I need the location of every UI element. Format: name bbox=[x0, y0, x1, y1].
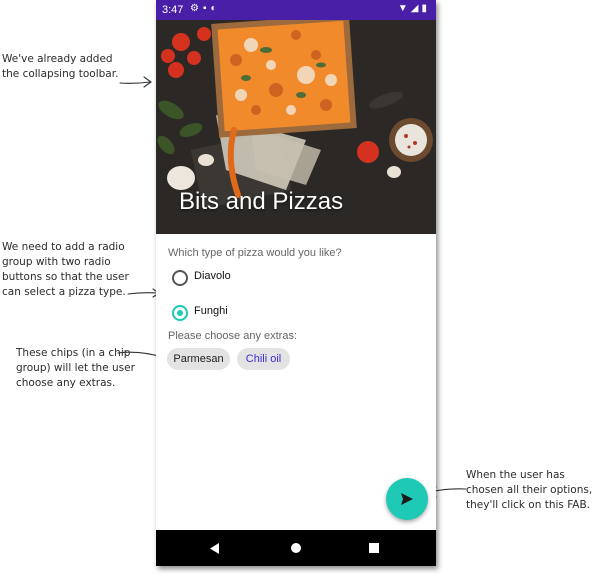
radio-label: Funghi bbox=[194, 305, 228, 317]
gear-icon: ⚙ bbox=[190, 3, 203, 14]
wifi-icon: ▼ bbox=[397, 3, 411, 14]
radio-circle-checked[interactable] bbox=[172, 305, 188, 321]
status-right-icons: ▼◢▮ bbox=[398, 3, 430, 14]
chip-parmesan[interactable]: Parmesan bbox=[167, 348, 230, 370]
recents-icon bbox=[369, 543, 379, 553]
toolbar-title: Bits and Pizzas bbox=[179, 188, 344, 215]
back-icon bbox=[210, 543, 219, 554]
arrow-toolbar bbox=[119, 81, 151, 84]
send-fab[interactable] bbox=[386, 478, 428, 520]
radio-funghi[interactable]: Funghi bbox=[172, 303, 372, 323]
status-left-icons: ⚙▪◐ bbox=[190, 3, 221, 14]
status-time: 3:47 bbox=[162, 4, 184, 16]
nav-home-button[interactable] bbox=[276, 530, 316, 566]
send-icon bbox=[401, 493, 413, 505]
home-icon bbox=[291, 543, 301, 553]
nav-back-button[interactable] bbox=[196, 530, 236, 566]
radio-circle[interactable] bbox=[172, 270, 188, 286]
radio-diavolo[interactable]: Diavolo bbox=[172, 268, 372, 288]
nav-recents-button[interactable] bbox=[354, 530, 394, 566]
chip-chili-oil[interactable]: Chili oil bbox=[237, 348, 290, 370]
pizza-question-label: Which type of pizza would you like? bbox=[168, 247, 342, 259]
collapsing-toolbar: Bits and Pizzas bbox=[156, 20, 436, 234]
radio-label: Diavolo bbox=[194, 270, 231, 282]
signal-icon: ◢ bbox=[410, 3, 422, 14]
status-bar: 3:47 ⚙▪◐ ▼◢▮ bbox=[156, 0, 436, 20]
app-badge-icon: ◐ bbox=[210, 3, 221, 14]
phone-screen: 3:47 ⚙▪◐ ▼◢▮ Bits and Pizzas Which type … bbox=[156, 0, 436, 566]
navigation-bar bbox=[156, 530, 436, 566]
extras-question-label: Please choose any extras: bbox=[168, 330, 298, 342]
arrow-radio bbox=[127, 292, 159, 295]
sd-card-icon: ▪ bbox=[202, 3, 211, 14]
battery-icon: ▮ bbox=[421, 3, 430, 14]
